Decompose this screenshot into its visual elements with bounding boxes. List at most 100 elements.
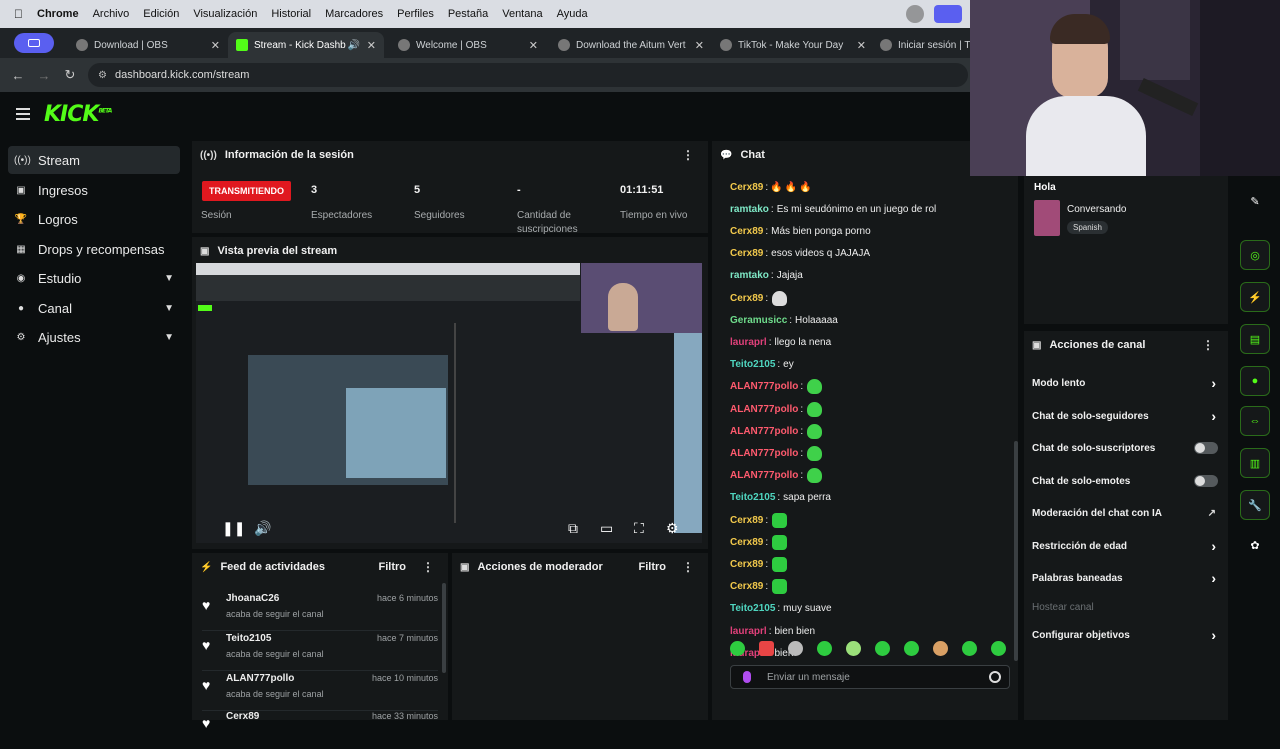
menu-ayuda[interactable]: Ayuda <box>557 8 588 20</box>
url-field[interactable]: ⚙ dashboard.kick.com/stream <box>88 63 968 87</box>
emote-button[interactable] <box>817 641 832 656</box>
chat-username[interactable]: Cerx89 <box>730 248 763 259</box>
forward-icon[interactable]: → <box>36 68 52 83</box>
menu-edicion[interactable]: Edición <box>143 8 179 20</box>
chat-username[interactable]: lauraprl <box>730 337 767 348</box>
emote-button[interactable] <box>962 641 977 656</box>
tab-download-obs[interactable]: Download | OBS ✕ <box>68 32 228 58</box>
sidebar-item-drops[interactable]: ▦ Drops y recompensas <box>8 235 180 263</box>
pencil-icon[interactable]: ✎ <box>1240 186 1270 216</box>
menu-pestana[interactable]: Pestaña <box>448 8 488 20</box>
chat-username[interactable]: Teito2105 <box>730 603 775 614</box>
site-settings-icon[interactable]: ⚙ <box>98 70 107 81</box>
chat-scrollbar[interactable] <box>1014 441 1018 661</box>
chat-username[interactable]: ALAN777pollo <box>730 426 798 437</box>
menu-historial[interactable]: Historial <box>271 8 311 20</box>
feed-scrollbar[interactable] <box>442 583 446 673</box>
feed-user[interactable]: ALAN777pollo <box>226 673 294 684</box>
back-icon[interactable]: ← <box>10 68 26 83</box>
chat-username[interactable]: ALAN777pollo <box>730 381 798 392</box>
menu-marcadores[interactable]: Marcadores <box>325 8 383 20</box>
feed-user[interactable]: JhoanaC26 <box>226 593 279 604</box>
chat-username[interactable]: Teito2105 <box>730 492 775 503</box>
chat-username[interactable]: Cerx89 <box>730 537 763 548</box>
status-circle-icon[interactable] <box>906 5 924 23</box>
tab-welcome-obs[interactable]: Welcome | OBS ✕ <box>390 32 546 58</box>
profile-icon[interactable] <box>14 33 54 53</box>
chat-username[interactable]: ramtako <box>730 204 769 215</box>
sidebar-item-estudio[interactable]: ◉ Estudio ▼ <box>8 264 180 292</box>
tab-kick-dashboard[interactable]: Stream - Kick Dashboard🔊 ✕ <box>228 32 384 58</box>
chat-username[interactable]: Cerx89 <box>730 559 763 570</box>
close-icon[interactable]: ✕ <box>529 39 538 52</box>
sidebar-item-ingresos[interactable]: ▣ Ingresos <box>8 176 180 204</box>
link-icon[interactable]: ⇔ <box>1240 406 1270 436</box>
category-thumbnail[interactable] <box>1034 200 1060 236</box>
sidebar-item-stream[interactable]: ((•)) Stream <box>8 146 180 174</box>
chat-username[interactable]: Cerx89 <box>730 293 763 304</box>
subscribers-only-toggle[interactable] <box>1194 442 1218 454</box>
chat-bubble-icon[interactable]: ● <box>1240 366 1270 396</box>
volume-icon[interactable]: 🔊 <box>254 520 271 537</box>
palette-icon[interactable]: ✿ <box>1240 530 1270 560</box>
hamburger-menu-icon[interactable] <box>16 108 30 123</box>
chat-username[interactable]: Cerx89 <box>730 226 763 237</box>
chat-username[interactable]: Cerx89 <box>730 182 763 193</box>
action-banned-words[interactable]: Palabras baneadas › <box>1032 568 1218 588</box>
chat-username[interactable]: Cerx89 <box>730 581 763 592</box>
moderator-filter-button[interactable]: Filtro <box>639 561 667 573</box>
action-emotes-only[interactable]: Chat de solo-emotes <box>1032 471 1218 491</box>
chat-message-input[interactable]: Enviar un mensaje <box>730 665 1010 689</box>
apple-icon[interactable]:  <box>14 7 23 21</box>
more-options-icon[interactable]: ⋮ <box>1202 338 1214 352</box>
close-icon[interactable]: ✕ <box>857 39 866 52</box>
kick-logo[interactable]: KICKBETA <box>44 102 112 127</box>
kick-emote-icon[interactable] <box>743 671 751 683</box>
settings-gear-icon[interactable]: ⚙ <box>666 520 679 537</box>
action-followers-only[interactable]: Chat de solo-seguidores › <box>1032 406 1218 426</box>
sidebar-item-ajustes[interactable]: ⚙ Ajustes ▼ <box>8 323 180 351</box>
emote-button[interactable] <box>730 641 745 656</box>
chat-username[interactable]: ALAN777pollo <box>730 470 798 481</box>
chat-username[interactable]: Teito2105 <box>730 359 775 370</box>
fullscreen-icon[interactable]: ⛶ <box>634 520 644 537</box>
tab-tiktok-login[interactable]: Iniciar sesión | TikTok <box>872 32 970 58</box>
screen-share-icon[interactable] <box>934 5 962 23</box>
sidebar-item-logros[interactable]: 🏆 Logros <box>8 205 180 233</box>
close-icon[interactable]: ✕ <box>211 39 220 52</box>
action-subscribers-only[interactable]: Chat de solo-suscriptores <box>1032 438 1218 458</box>
emote-button[interactable] <box>788 641 803 656</box>
pip-icon[interactable]: ⧉ <box>568 520 578 537</box>
action-ai-moderation[interactable]: Moderación del chat con IA ↗ <box>1032 503 1218 523</box>
action-slow-mode[interactable]: Modo lento › <box>1032 373 1218 393</box>
feed-user[interactable]: Cerx89 <box>226 711 259 722</box>
emote-button[interactable] <box>759 641 774 656</box>
chat-username[interactable]: Cerx89 <box>730 515 763 526</box>
close-icon[interactable]: ✕ <box>695 39 704 52</box>
chat-username[interactable]: ramtako <box>730 270 769 281</box>
action-age-restriction[interactable]: Restricción de edad › <box>1032 536 1218 556</box>
more-options-icon[interactable]: ⋮ <box>682 148 694 162</box>
emote-button[interactable] <box>904 641 919 656</box>
close-icon[interactable]: ✕ <box>367 39 376 52</box>
emote-button[interactable] <box>991 641 1006 656</box>
speaker-icon[interactable]: 🔊 <box>348 40 360 51</box>
menu-perfiles[interactable]: Perfiles <box>397 8 434 20</box>
feed-filter-button[interactable]: Filtro <box>379 561 407 573</box>
stream-preview-video[interactable]: ❚❚ 🔊 ⧉ ▭ ⛶ ⚙ <box>196 263 702 543</box>
reload-icon[interactable]: ↻ <box>62 67 78 83</box>
lightning-icon[interactable]: ⚡ <box>1240 282 1270 312</box>
stream-category[interactable]: Conversando <box>1067 204 1126 215</box>
pause-icon[interactable]: ❚❚ <box>222 520 245 537</box>
emote-button[interactable] <box>846 641 861 656</box>
wrench-icon[interactable]: 🔧 <box>1240 490 1270 520</box>
menu-app-name[interactable]: Chrome <box>37 8 79 20</box>
tab-aitum-vertical[interactable]: Download the Aitum Vertical ✕ <box>550 32 706 58</box>
menu-archivo[interactable]: Archivo <box>93 8 130 20</box>
chat-username[interactable]: lauraprl <box>730 626 767 637</box>
sidebar-item-canal[interactable]: ● Canal ▼ <box>8 294 180 322</box>
menu-visualizacion[interactable]: Visualización <box>193 8 257 20</box>
emoji-picker-icon[interactable] <box>989 671 1001 683</box>
feed-user[interactable]: Teito2105 <box>226 633 271 644</box>
document-icon[interactable]: ▤ <box>1240 324 1270 354</box>
